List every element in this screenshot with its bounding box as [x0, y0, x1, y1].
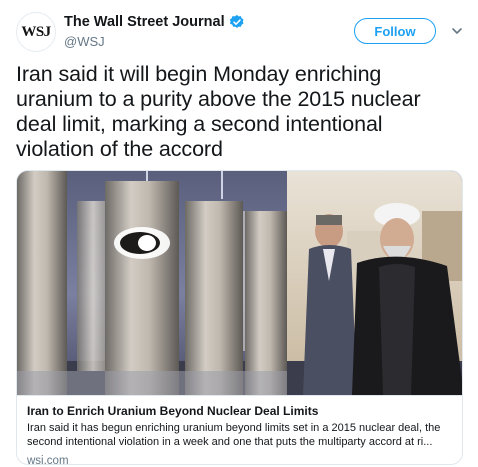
verified-badge-icon [229, 14, 245, 30]
account-name-row: The Wall Street Journal [64, 14, 245, 30]
account-handle[interactable]: @WSJ [64, 34, 105, 49]
avatar-logo-text: WSJ [21, 23, 51, 40]
tweet-text: Iran said it will begin Monday enriching… [16, 62, 421, 161]
display-name[interactable]: The Wall Street Journal [64, 14, 225, 30]
avatar[interactable]: WSJ [16, 12, 56, 52]
card-description: Iran said it has begun enriching uranium… [27, 422, 441, 448]
card-body[interactable]: Iran to Enrich Uranium Beyond Nuclear De… [17, 395, 462, 465]
follow-button[interactable]: Follow [354, 18, 436, 44]
card-image[interactable] [17, 171, 463, 395]
link-card[interactable]: Iran to Enrich Uranium Beyond Nuclear De… [16, 170, 463, 465]
card-domain: wsj.com [27, 455, 69, 465]
chevron-down-icon[interactable] [450, 24, 464, 38]
card-title[interactable]: Iran to Enrich Uranium Beyond Nuclear De… [27, 404, 454, 419]
